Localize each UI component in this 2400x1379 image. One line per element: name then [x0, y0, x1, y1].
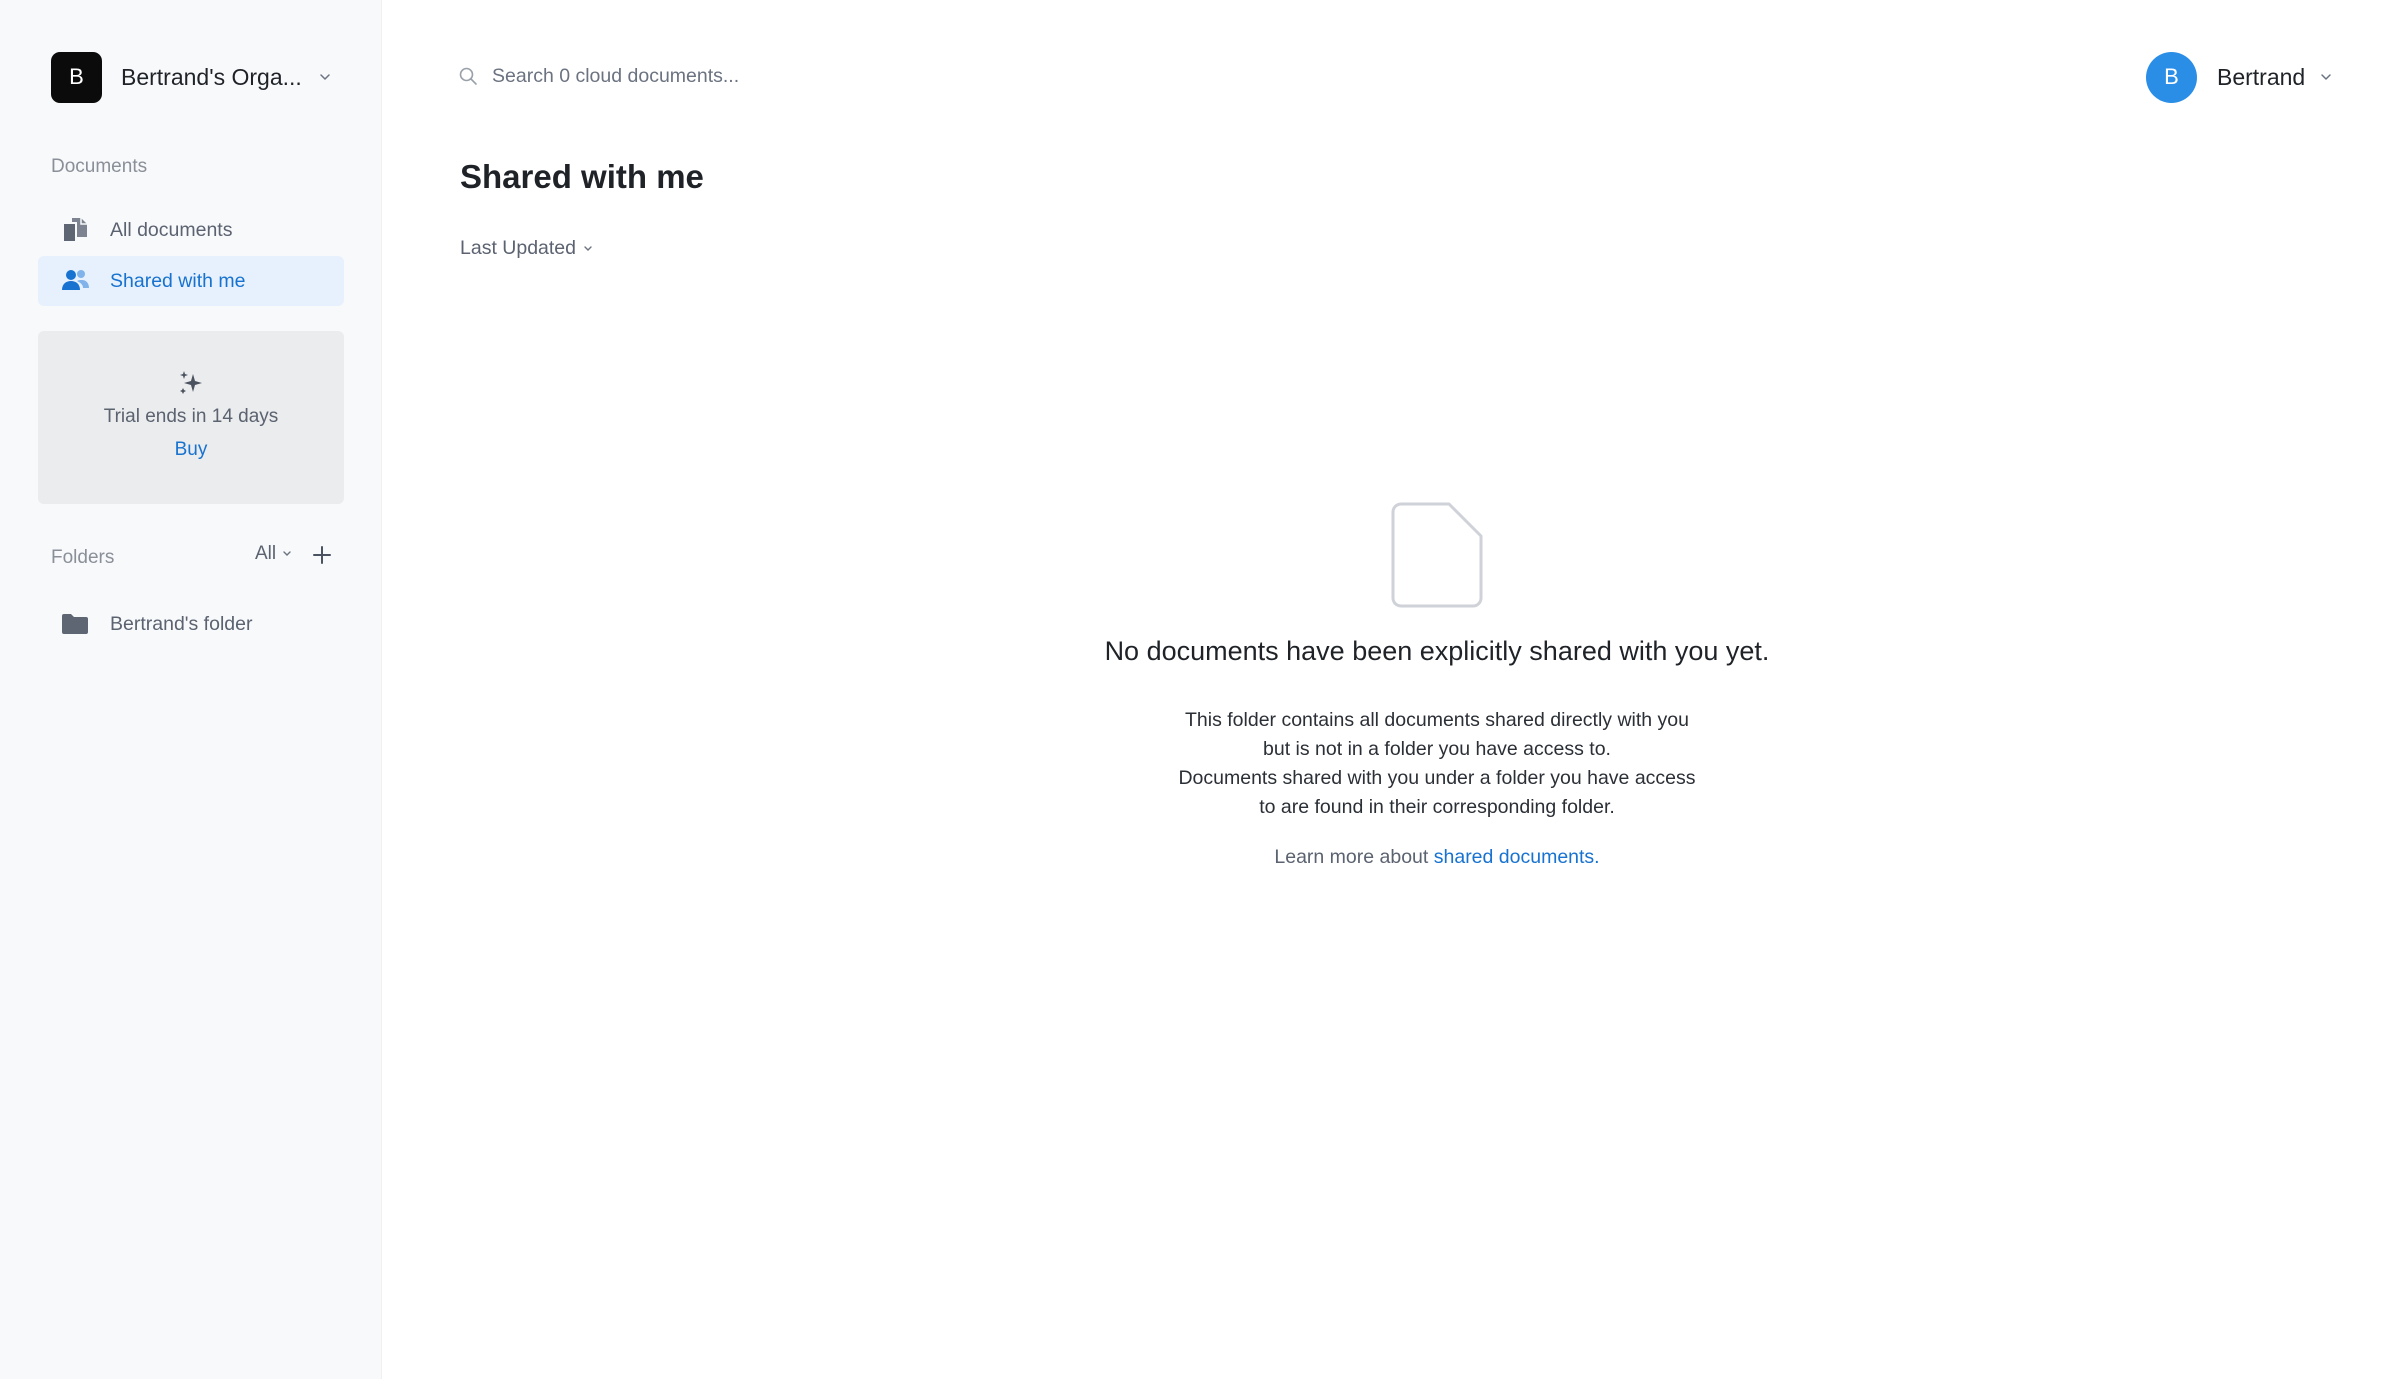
- empty-state-line: but is not in a folder you have access t…: [1263, 738, 1611, 760]
- search-bar[interactable]: [458, 60, 978, 92]
- search-input[interactable]: [490, 63, 974, 89]
- avatar: B: [2146, 51, 2197, 103]
- chevron-down-icon: [283, 551, 291, 556]
- sparkles-icon: [180, 371, 202, 394]
- learn-more: Learn more about shared documents.: [1000, 846, 1874, 869]
- sidebar-item-label: Shared with me: [110, 269, 246, 292]
- chevron-down-icon: [2321, 74, 2331, 80]
- folders-filter-label: All: [255, 543, 277, 564]
- file-icon: [1391, 502, 1483, 608]
- sidebar-item-label: Bertrand's folder: [110, 612, 253, 635]
- org-switcher[interactable]: B Bertrand's Orga...: [51, 51, 341, 103]
- documents-icon: [62, 218, 87, 243]
- sidebar-item-label: All documents: [110, 218, 233, 241]
- add-folder-icon[interactable]: [310, 543, 334, 567]
- trial-card: Trial ends in 14 days Buy: [38, 331, 344, 504]
- shared-documents-link[interactable]: shared documents.: [1434, 846, 1600, 868]
- empty-state-description: This folder contains all documents share…: [1000, 706, 1874, 822]
- empty-state-line: This folder contains all documents share…: [1185, 709, 1689, 731]
- user-name: Bertrand: [2217, 63, 2306, 90]
- sidebar: B Bertrand's Orga... Documents All docum…: [0, 0, 382, 1379]
- sidebar-item-folder[interactable]: Bertrand's folder: [38, 599, 344, 649]
- sidebar-item-all-documents[interactable]: All documents: [38, 205, 344, 255]
- sort-dropdown[interactable]: Last Updated: [460, 237, 595, 260]
- chevron-down-icon: [584, 245, 592, 251]
- empty-state-line: Documents shared with you under a folder…: [1178, 767, 1696, 789]
- sort-label: Last Updated: [460, 237, 577, 259]
- empty-state-title: No documents have been explicitly shared…: [1104, 636, 1770, 666]
- empty-state-line: to are found in their corresponding fold…: [1259, 796, 1615, 818]
- page-title: Shared with me: [460, 158, 704, 195]
- search-icon: [459, 67, 477, 85]
- learn-more-prefix: Learn more about: [1274, 846, 1434, 868]
- documents-section-label: Documents: [51, 156, 148, 177]
- sidebar-item-shared-with-me[interactable]: Shared with me: [38, 256, 344, 306]
- org-name: Bertrand's Orga...: [121, 63, 302, 90]
- chevron-down-icon: [320, 74, 330, 80]
- org-avatar: B: [51, 51, 102, 103]
- buy-link[interactable]: Buy: [38, 439, 344, 461]
- folders-section-label: Folders: [51, 547, 115, 568]
- user-menu[interactable]: B Bertrand: [2146, 51, 2333, 103]
- trial-text: Trial ends in 14 days: [103, 406, 279, 427]
- folder-icon: [62, 614, 88, 634]
- folders-filter-dropdown[interactable]: All: [255, 543, 294, 565]
- shared-users-icon: [62, 270, 89, 290]
